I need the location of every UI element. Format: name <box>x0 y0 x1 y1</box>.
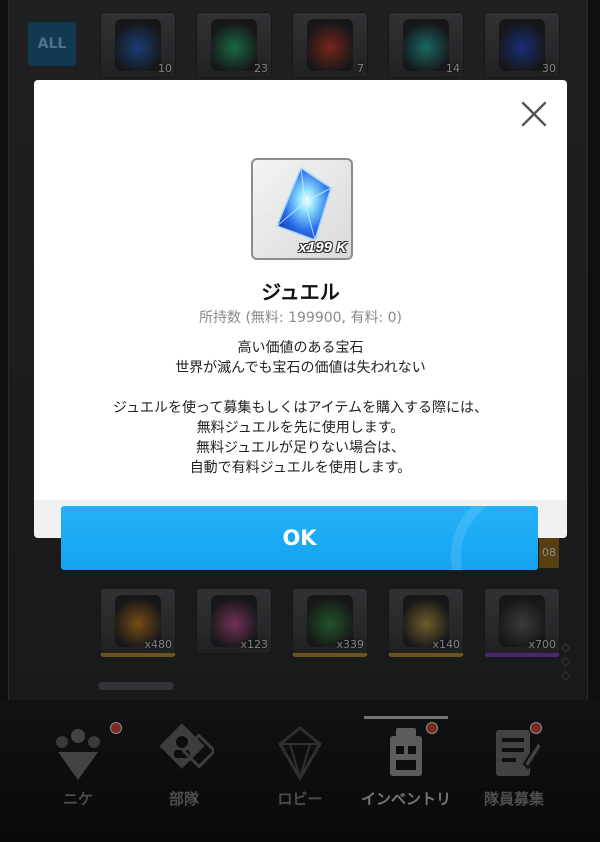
note-line: 無料ジュエルが足りない場合は、 <box>195 440 406 456</box>
ok-button[interactable]: OK <box>61 506 538 570</box>
description-line: 世界が滅んでも宝石の価値は失われない <box>175 360 426 376</box>
close-button[interactable] <box>514 94 554 134</box>
item-quantity: x199 K <box>298 239 347 256</box>
owned-count: 所持数 (無料: 199900, 有料: 0) <box>199 310 402 326</box>
item-name: ジュエル <box>261 280 340 304</box>
note-line: 無料ジュエルを先に使用します。 <box>196 420 405 436</box>
item-info-dialog: x199 K ジュエル 所持数 (無料: 199900, 有料: 0) 高い価値… <box>34 80 567 538</box>
item-icon-frame: x199 K <box>251 158 353 260</box>
description-line: 高い価値のある宝石 <box>237 340 364 356</box>
item-description: 高い価値のある宝石 世界が滅んでも宝石の価値は失われない ジュエルを使って募集も… <box>34 338 567 478</box>
note-line: 自動で有料ジュエルを使用します。 <box>189 460 412 476</box>
jewel-crystal-icon <box>276 166 332 241</box>
close-icon <box>521 101 547 127</box>
ok-button-label: OK <box>282 526 317 550</box>
note-line: ジュエルを使って募集もしくはアイテムを購入する際には、 <box>113 400 488 416</box>
